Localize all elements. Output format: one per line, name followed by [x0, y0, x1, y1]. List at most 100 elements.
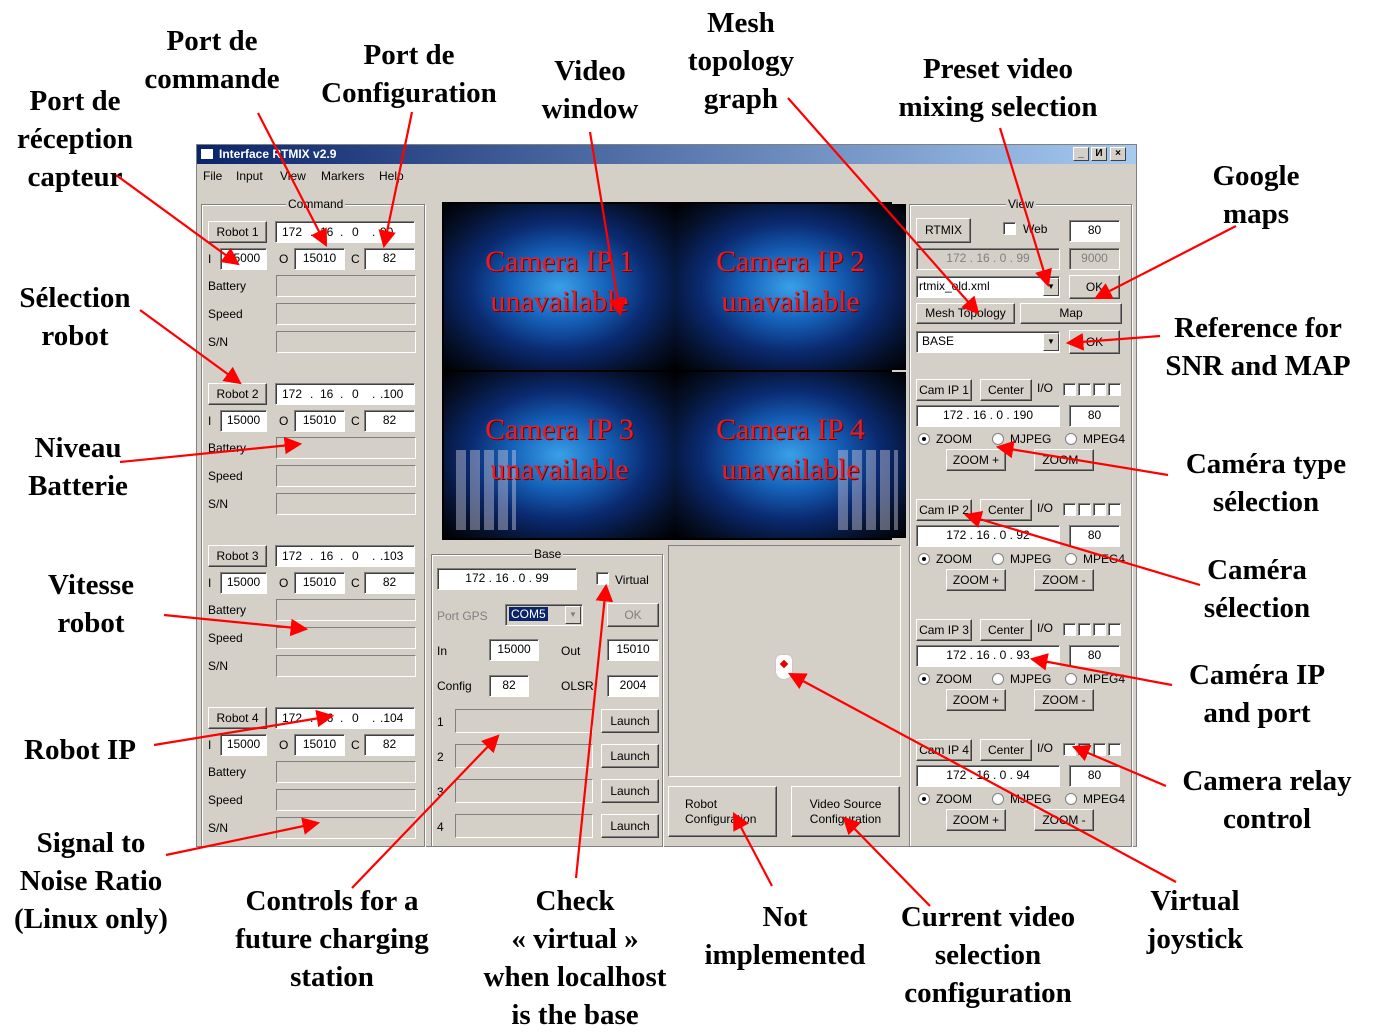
base-config-field[interactable]: 82 — [489, 675, 529, 697]
relay-checkbox[interactable] — [1063, 503, 1076, 516]
in-port-field[interactable]: 15000 — [220, 410, 267, 432]
preset-ok-button[interactable]: OK — [1069, 275, 1120, 299]
launch-button[interactable]: Launch — [601, 779, 659, 803]
launch-button[interactable]: Launch — [601, 709, 659, 733]
maximize-button[interactable]: И — [1091, 147, 1107, 161]
cam-type-radio[interactable] — [1065, 433, 1077, 445]
menu-view[interactable]: View — [280, 169, 306, 183]
base-ip-field[interactable]: 172 . 16 . 0 . 99 — [437, 568, 577, 590]
zoom-in-button[interactable]: ZOOM + — [946, 449, 1006, 471]
cam-ip-field[interactable]: 172 . 16 . 0 . 92 — [916, 525, 1060, 547]
cam-select-button[interactable]: Cam IP 1 — [916, 379, 972, 401]
video-source-configuration-button[interactable]: Video Source Configuration — [791, 786, 900, 837]
zoom-in-button[interactable]: ZOOM + — [946, 689, 1006, 711]
minimize-button[interactable]: _ — [1073, 147, 1089, 161]
cam-select-button[interactable]: Cam IP 2 — [916, 499, 972, 521]
center-button[interactable]: Center — [980, 739, 1032, 761]
config-port-field[interactable]: 82 — [364, 572, 415, 594]
reference-select[interactable]: BASE — [916, 331, 1060, 353]
relay-checkbox[interactable] — [1078, 383, 1091, 396]
relay-checkbox[interactable] — [1078, 623, 1091, 636]
cam-type-radio[interactable] — [918, 433, 930, 445]
chevron-down-icon[interactable]: ▼ — [565, 606, 581, 624]
cam-ip-field[interactable]: 172 . 16 . 0 . 93 — [916, 645, 1060, 667]
relay-checkbox[interactable] — [1093, 743, 1106, 756]
cam-port-field[interactable]: 80 — [1069, 645, 1120, 667]
config-port-field[interactable]: 82 — [364, 410, 415, 432]
zoom-in-button[interactable]: ZOOM + — [946, 809, 1006, 831]
joystick-handle[interactable] — [775, 654, 793, 680]
out-port-field[interactable]: 15010 — [294, 572, 345, 594]
cam-ip-field[interactable]: 172 . 16 . 0 . 190 — [916, 405, 1060, 427]
out-port-field[interactable]: 15010 — [294, 410, 345, 432]
relay-checkbox[interactable] — [1108, 743, 1121, 756]
cam-type-radio[interactable] — [918, 673, 930, 685]
robot-configuration-button[interactable]: Robot Configuration — [668, 786, 777, 837]
cam-type-radio[interactable] — [918, 793, 930, 805]
robot-ip-field[interactable]: 172. 16. 0. .100 — [275, 383, 415, 405]
cam-port-field[interactable]: 80 — [1069, 765, 1120, 787]
config-port-field[interactable]: 82 — [364, 734, 415, 756]
view-port-field[interactable]: 80 — [1069, 220, 1120, 242]
cam-type-radio[interactable] — [992, 673, 1004, 685]
gps-ok-button[interactable]: OK — [607, 603, 659, 627]
robot-select-button[interactable]: Robot 2 — [208, 383, 267, 405]
cam-select-button[interactable]: Cam IP 3 — [916, 619, 972, 641]
reference-ok-button[interactable]: OK — [1069, 330, 1120, 354]
center-button[interactable]: Center — [980, 499, 1032, 521]
robot-select-button[interactable]: Robot 4 — [208, 707, 267, 729]
cam-type-radio[interactable] — [992, 553, 1004, 565]
preset-video-select[interactable]: rtmix_old.xml — [916, 276, 1060, 298]
launch-button[interactable]: Launch — [601, 744, 659, 768]
robot-ip-field[interactable]: 172. 16. 0. .103 — [275, 545, 415, 567]
robot-ip-field[interactable]: 172. 16. 0. .104 — [275, 707, 415, 729]
launch-button[interactable]: Launch — [601, 814, 659, 838]
cam-type-radio[interactable] — [992, 433, 1004, 445]
menu-file[interactable]: File — [203, 169, 222, 183]
zoom-out-button[interactable]: ZOOM - — [1034, 449, 1094, 471]
zoom-in-button[interactable]: ZOOM + — [946, 569, 1006, 591]
in-port-field[interactable]: 15000 — [220, 572, 267, 594]
relay-checkbox[interactable] — [1078, 743, 1091, 756]
base-in-field[interactable]: 15000 — [489, 639, 539, 661]
cam-select-button[interactable]: Cam IP 4 — [916, 739, 972, 761]
chevron-down-icon[interactable]: ▼ — [1043, 333, 1059, 351]
relay-checkbox[interactable] — [1063, 383, 1076, 396]
out-port-field[interactable]: 15010 — [294, 248, 345, 270]
web-checkbox[interactable] — [1003, 222, 1016, 235]
relay-checkbox[interactable] — [1093, 503, 1106, 516]
out-port-field[interactable]: 15010 — [294, 734, 345, 756]
cam-type-radio[interactable] — [1065, 553, 1077, 565]
center-button[interactable]: Center — [980, 619, 1032, 641]
close-button[interactable]: × — [1110, 147, 1126, 161]
zoom-out-button[interactable]: ZOOM - — [1034, 689, 1094, 711]
relay-checkbox[interactable] — [1108, 623, 1121, 636]
menu-help[interactable]: Help — [379, 169, 404, 183]
rtmix-button[interactable]: RTMIX — [916, 218, 971, 243]
menu-markers[interactable]: Markers — [321, 169, 364, 183]
config-port-field[interactable]: 82 — [364, 248, 415, 270]
robot-select-button[interactable]: Robot 1 — [208, 221, 267, 243]
robot-ip-field[interactable]: 172. 16. 0. 90 — [275, 221, 415, 243]
cam-port-field[interactable]: 80 — [1069, 405, 1120, 427]
relay-checkbox[interactable] — [1063, 743, 1076, 756]
map-button[interactable]: Map — [1020, 303, 1122, 324]
cam-ip-field[interactable]: 172 . 16 . 0 . 94 — [916, 765, 1060, 787]
robot-select-button[interactable]: Robot 3 — [208, 545, 267, 567]
cam-type-radio[interactable] — [918, 553, 930, 565]
center-button[interactable]: Center — [980, 379, 1032, 401]
relay-checkbox[interactable] — [1093, 623, 1106, 636]
base-out-field[interactable]: 15010 — [607, 639, 659, 661]
cam-type-radio[interactable] — [1065, 673, 1077, 685]
mesh-topology-button[interactable]: Mesh Topology — [916, 303, 1015, 324]
base-olsr-field[interactable]: 2004 — [607, 675, 659, 697]
zoom-out-button[interactable]: ZOOM - — [1034, 809, 1094, 831]
cam-type-radio[interactable] — [992, 793, 1004, 805]
in-port-field[interactable]: 15000 — [220, 248, 267, 270]
virtual-checkbox[interactable] — [596, 572, 609, 585]
relay-checkbox[interactable] — [1078, 503, 1091, 516]
in-port-field[interactable]: 15000 — [220, 734, 267, 756]
zoom-out-button[interactable]: ZOOM - — [1034, 569, 1094, 591]
cam-port-field[interactable]: 80 — [1069, 525, 1120, 547]
menu-input[interactable]: Input — [236, 169, 263, 183]
